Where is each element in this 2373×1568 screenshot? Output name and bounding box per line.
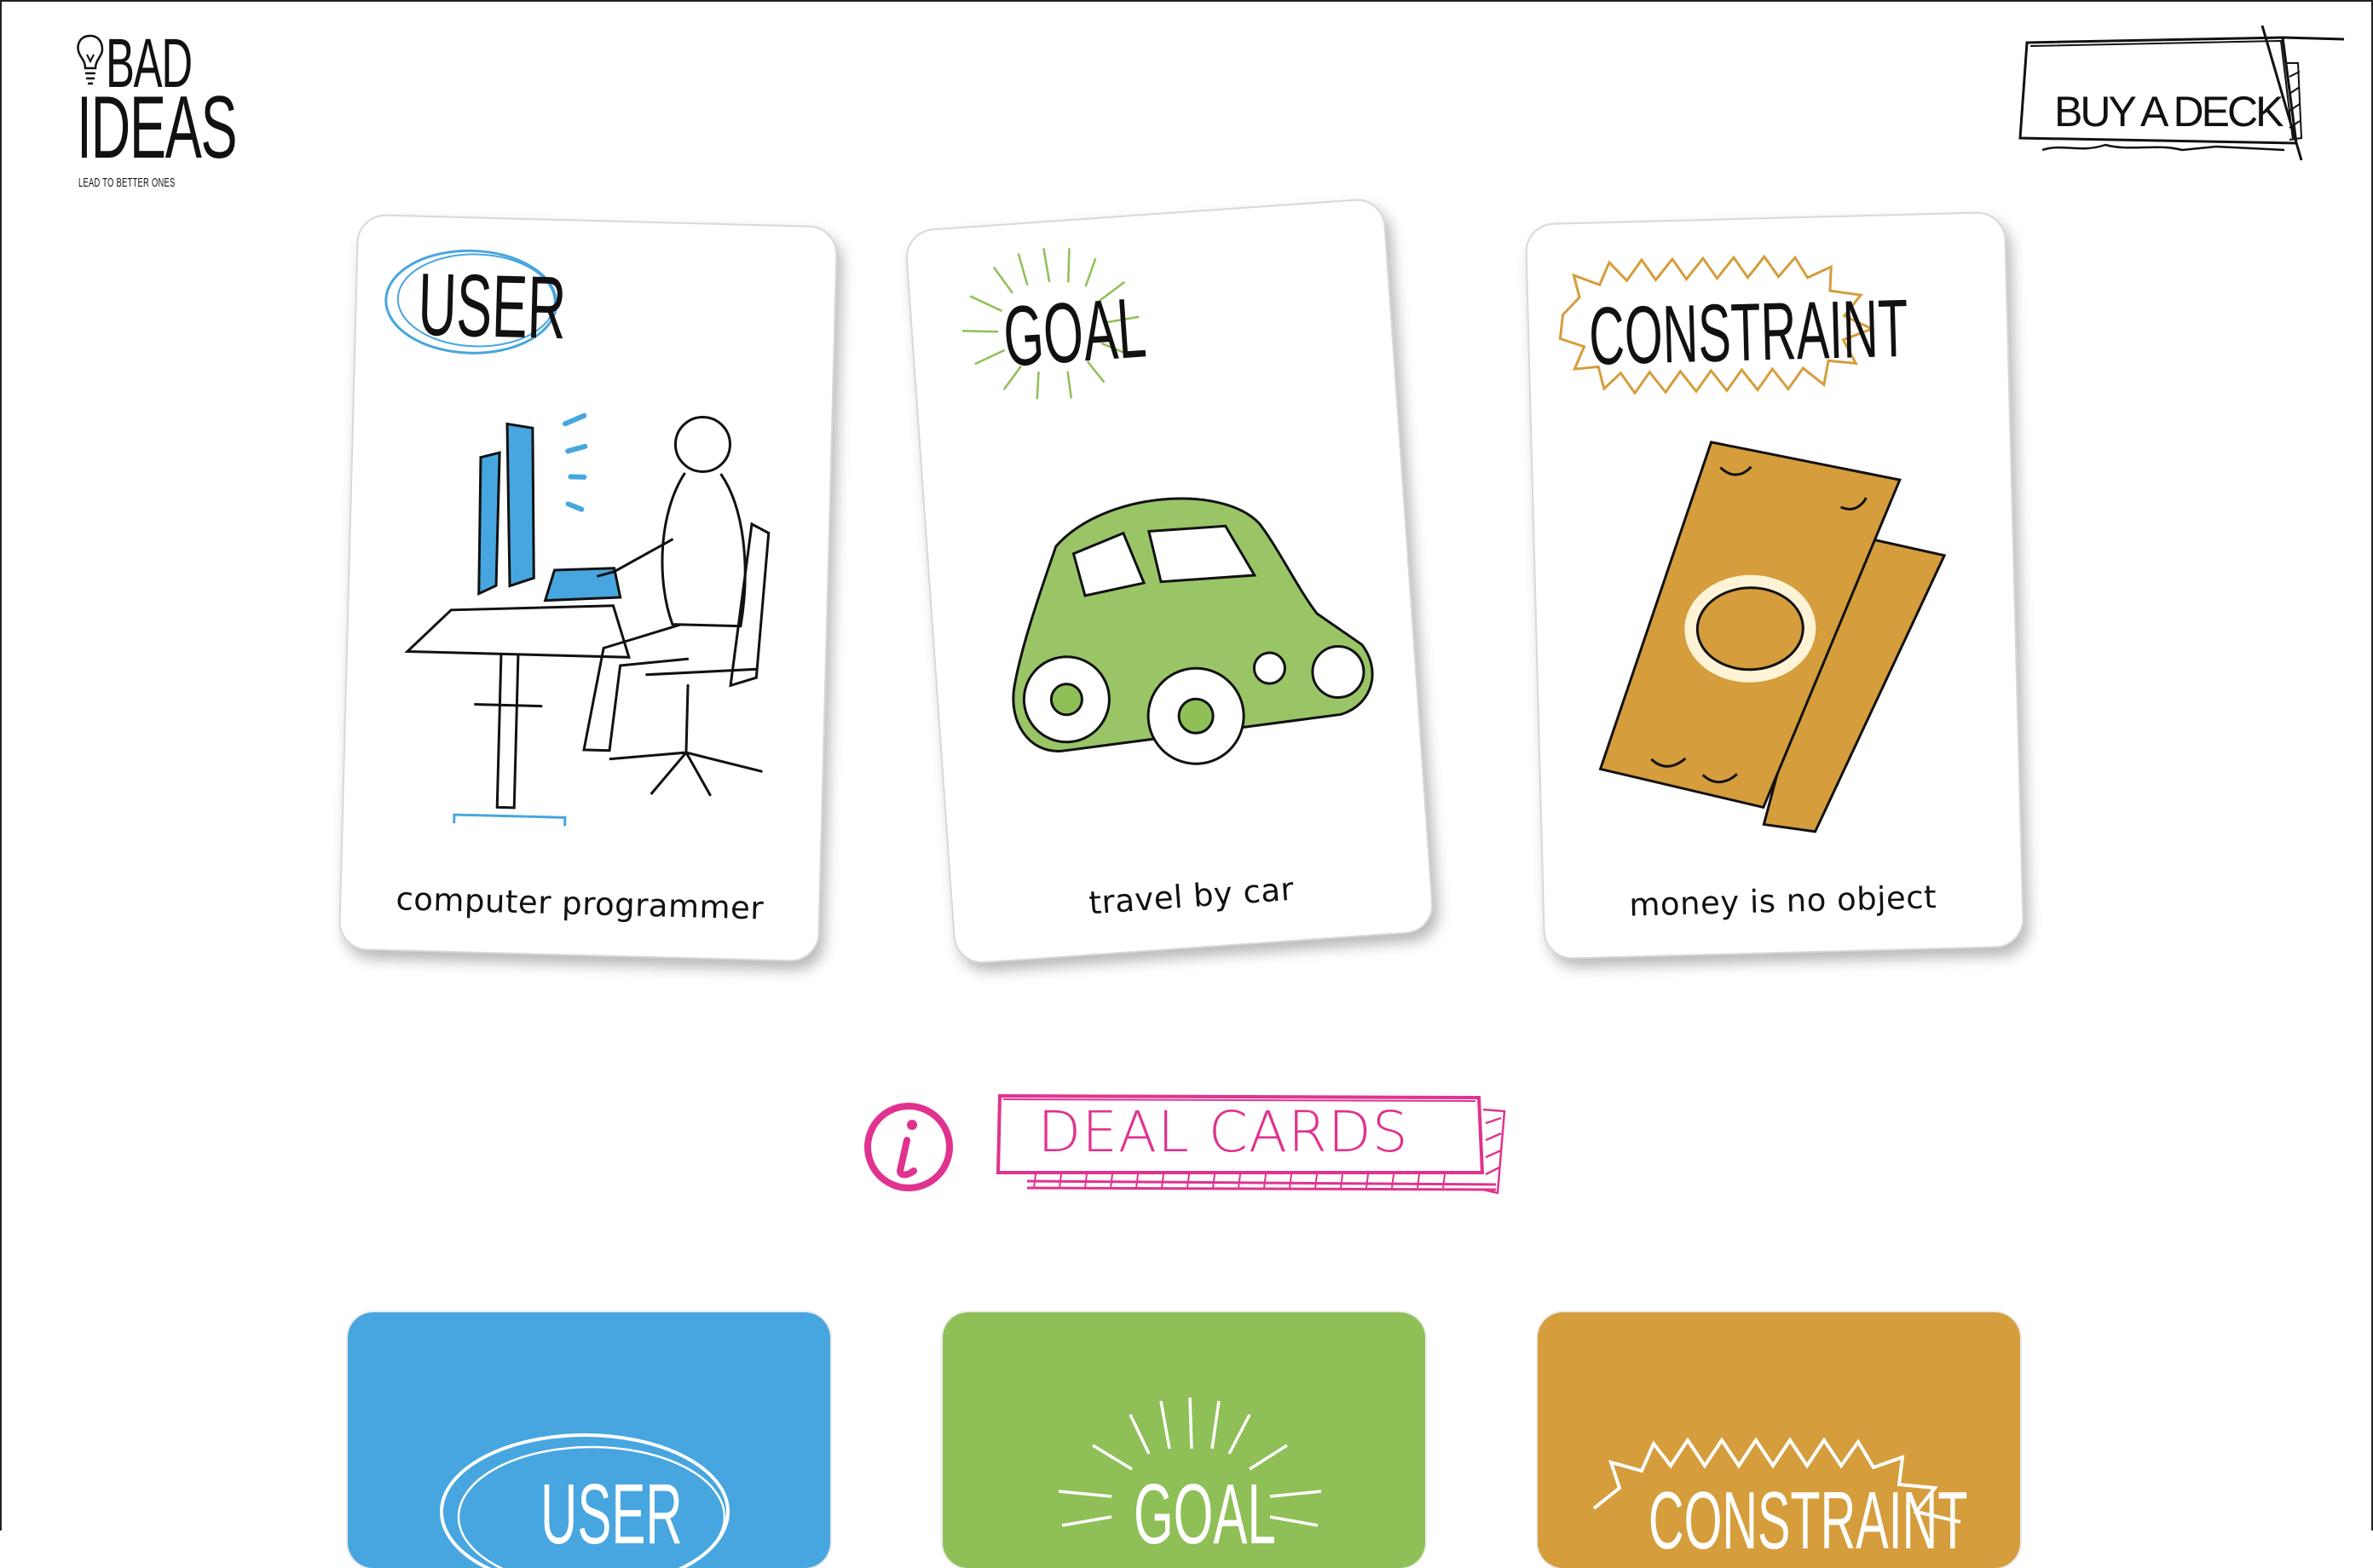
info-button[interactable]	[861, 1099, 956, 1195]
user-deck[interactable]: USER	[348, 1312, 830, 1568]
constraint-card-heading: CONSTRAINT	[1587, 282, 1909, 383]
buy-a-deck-button[interactable]: BUY A DECK	[2012, 26, 2353, 170]
user-card-caption: computer programmer	[395, 880, 765, 927]
user-card-heading: USER	[417, 255, 568, 359]
constraint-deck[interactable]: CONSTRAINT	[1538, 1312, 2020, 1568]
programmer-illustration	[404, 412, 771, 832]
deal-cards-button[interactable]: DEAL CARDS	[993, 1089, 1513, 1208]
goal-deck[interactable]: GOAL	[943, 1312, 1425, 1568]
constraint-deck-label: CONSTRAINT	[1648, 1475, 1968, 1566]
info-icon	[864, 1103, 953, 1191]
constraint-card[interactable]: CONSTRAINT money is no object	[1524, 210, 2025, 960]
goal-card-caption: travel by car	[1088, 870, 1296, 922]
logo-tagline: LEAD TO BETTER ONES	[78, 176, 176, 190]
car-illustration	[1012, 497, 1374, 765]
goal-deck-label: GOAL	[1134, 1467, 1276, 1562]
deal-cards-label: DEAL CARDS	[1037, 1099, 1409, 1165]
logo-ideas: IDEAS	[77, 78, 238, 177]
money-illustration	[1598, 441, 1947, 833]
user-deck-label: USER	[540, 1467, 683, 1562]
bad-ideas-logo[interactable]: BAD IDEAS LEAD TO BETTER ONES	[73, 29, 238, 191]
goal-card[interactable]: GOAL travel by car	[904, 197, 1435, 966]
constraint-card-caption: money is no object	[1628, 879, 1937, 924]
user-card[interactable]: USER computer programmer	[338, 213, 839, 963]
goal-card-heading: GOAL	[1000, 280, 1149, 385]
buy-a-deck-label: BUY A DECK	[2054, 88, 2284, 135]
